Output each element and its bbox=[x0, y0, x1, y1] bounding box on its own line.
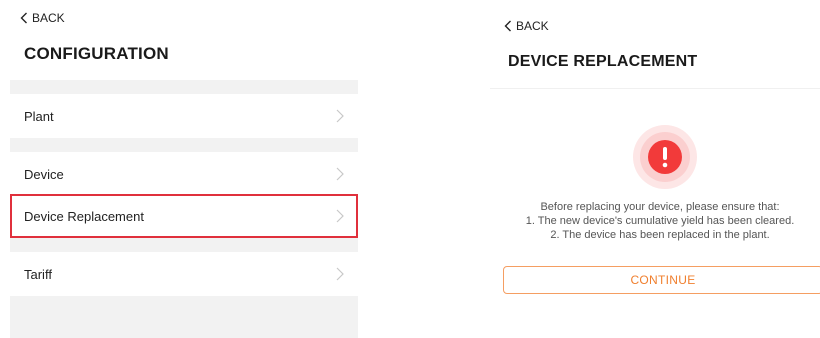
back-button[interactable]: BACK bbox=[20, 11, 65, 25]
device-replacement-screen: BACK DEVICE REPLACEMENT Before replacing… bbox=[490, 0, 820, 338]
menu-item-device-replacement[interactable]: Device Replacement bbox=[10, 194, 358, 238]
menu-item-plant[interactable]: Plant bbox=[10, 94, 358, 138]
exclamation-alert-icon bbox=[633, 125, 697, 189]
alert-icon-container bbox=[632, 124, 698, 190]
message-line: 1. The new device's cumulative yield has… bbox=[525, 215, 795, 227]
menu-item-label: Plant bbox=[24, 108, 54, 124]
menu-item-tariff[interactable]: Tariff bbox=[10, 252, 358, 296]
header-divider bbox=[490, 88, 820, 89]
section-divider bbox=[10, 238, 358, 252]
menu-item-label: Device Replacement bbox=[24, 208, 144, 224]
section-divider bbox=[10, 80, 358, 94]
message-line: 2. The device has been replaced in the p… bbox=[550, 229, 770, 241]
menu-item-label: Device bbox=[24, 166, 64, 182]
chevron-right-icon bbox=[336, 209, 344, 223]
list-footer-space bbox=[10, 296, 358, 338]
chevron-right-icon bbox=[336, 109, 344, 123]
page-title: CONFIGURATION bbox=[24, 44, 169, 63]
message-line: Before replacing your device, please ens… bbox=[540, 201, 780, 213]
chevron-right-icon bbox=[336, 267, 344, 281]
back-label: BACK bbox=[32, 11, 65, 25]
back-button[interactable]: BACK bbox=[504, 19, 549, 33]
page-title: DEVICE REPLACEMENT bbox=[508, 53, 698, 70]
chevron-left-icon bbox=[20, 12, 27, 24]
menu-item-label: Tariff bbox=[24, 266, 52, 282]
section-divider bbox=[10, 138, 358, 152]
continue-button[interactable]: CONTINUE bbox=[503, 266, 820, 294]
instruction-message: Before replacing your device, please ens… bbox=[490, 200, 820, 242]
menu-item-device[interactable]: Device bbox=[10, 152, 358, 196]
chevron-right-icon bbox=[336, 167, 344, 181]
back-label: BACK bbox=[516, 19, 549, 33]
configuration-screen: BACK CONFIGURATION Plant Device Device R… bbox=[0, 0, 372, 338]
chevron-left-icon bbox=[504, 20, 511, 32]
